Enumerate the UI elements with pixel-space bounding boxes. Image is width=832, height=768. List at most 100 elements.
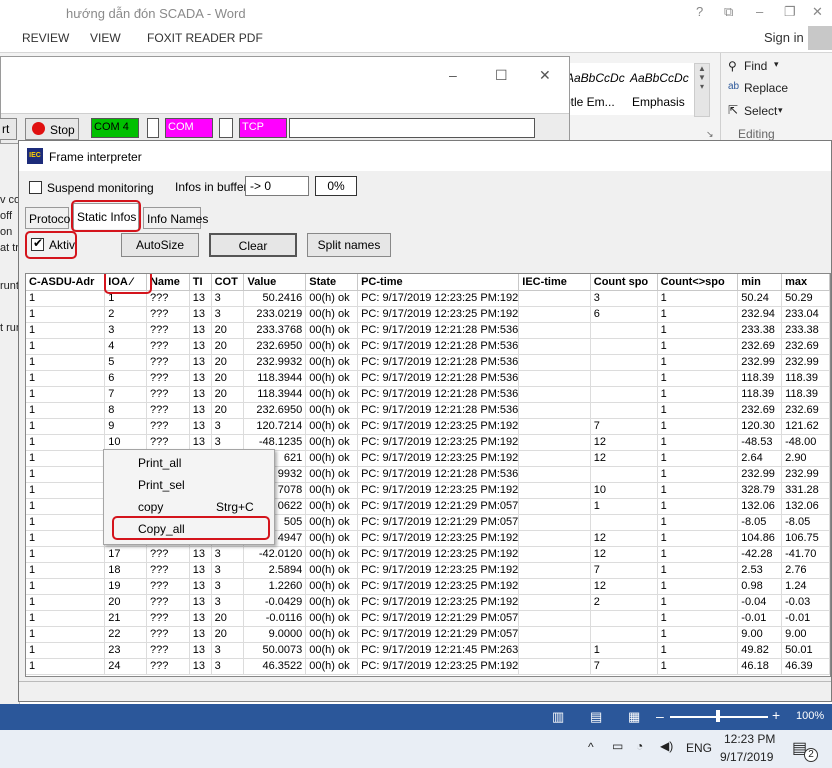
table-cell: 13 bbox=[189, 418, 212, 435]
table-cell: 1 bbox=[26, 642, 106, 659]
clock-date[interactable]: 9/17/2019 bbox=[720, 750, 773, 764]
table-row[interactable]: 1 3??? 13 20 233.3768 00(h) ok PC: 9/17/2019 1… bbox=[26, 322, 830, 339]
minimize-icon[interactable]: – bbox=[756, 4, 763, 19]
table-cell: -42.28 bbox=[737, 546, 783, 563]
table-row[interactable]: 1 8??? 13 20 232.6950 00(h) ok PC: 9/17/2019 1… bbox=[26, 402, 830, 419]
web-layout-icon[interactable]: ▦ bbox=[628, 709, 640, 725]
minimize-icon[interactable]: – bbox=[449, 67, 457, 83]
table-row[interactable]: 1 23??? 13 3 50.0073 00(h) ok PC: 9/17/2019 12… bbox=[26, 642, 830, 659]
clear-button[interactable]: Clear bbox=[209, 233, 297, 257]
taskbar: ^ ▭ ◔ ◀) ENG 12:23 PM 9/17/2019 ▤ 2 bbox=[0, 730, 832, 768]
replace-button[interactable]: Replace bbox=[744, 81, 788, 95]
col-header-state[interactable]: State bbox=[305, 274, 359, 291]
table-row[interactable]: 1 9??? 13 3 120.7214 00(h) ok PC: 9/17/2019 12… bbox=[26, 418, 830, 435]
table-cell: 00(h) ok bbox=[305, 370, 359, 387]
ribbon-display-icon[interactable]: ⧉ bbox=[724, 4, 733, 20]
menu-item-copy[interactable]: copy bbox=[138, 500, 163, 514]
col-header-count-spo[interactable]: Count spo bbox=[590, 274, 658, 291]
table-cell: 1 bbox=[657, 370, 739, 387]
tab-view[interactable]: VIEW bbox=[90, 31, 121, 45]
tab-protocol[interactable]: Protocol bbox=[25, 207, 73, 229]
col-header-name[interactable]: Name bbox=[146, 274, 190, 291]
table-row[interactable]: 1 22??? 13 20 9.0000 00(h) ok PC: 9/17/2019 12… bbox=[26, 626, 830, 643]
stop-button[interactable]: Stop bbox=[25, 118, 79, 140]
zoom-in-button[interactable]: + bbox=[772, 707, 780, 723]
zoom-level[interactable]: 100% bbox=[796, 710, 824, 722]
split-names-button[interactable]: Split names bbox=[307, 233, 391, 257]
zoom-out-button[interactable]: – bbox=[656, 708, 664, 724]
read-mode-icon[interactable]: ▥ bbox=[552, 709, 564, 725]
maximize-icon[interactable]: ☐ bbox=[495, 67, 508, 84]
table-row[interactable]: 1 17??? 13 3 -42.0120 00(h) ok PC: 9/17/2019 1… bbox=[26, 546, 830, 563]
col-header-pc-time[interactable]: PC-time bbox=[357, 274, 520, 291]
styles-scroll[interactable]: ▲ ▼ ▾ bbox=[694, 63, 710, 117]
table-cell: ??? bbox=[146, 306, 190, 323]
suspend-checkbox[interactable] bbox=[29, 181, 42, 194]
table-cell: 20 bbox=[211, 626, 245, 643]
table-cell: 7 bbox=[104, 386, 147, 403]
show-hidden-icons-icon[interactable]: ^ bbox=[588, 740, 594, 754]
col-header-value[interactable]: Value bbox=[243, 274, 307, 291]
table-cell: 1 bbox=[26, 514, 106, 531]
col-header-iec-time[interactable]: IEC-time bbox=[518, 274, 591, 291]
restore-icon[interactable]: ❐ bbox=[784, 4, 796, 20]
table-cell: 104.86 bbox=[737, 530, 783, 547]
table-row[interactable]: 1 19??? 13 3 1.2260 00(h) ok PC: 9/17/2019 12:… bbox=[26, 578, 830, 595]
style-emphasis[interactable]: AaBbCcDc Emphasis bbox=[626, 63, 694, 115]
tab-foxit[interactable]: FOXIT READER PDF bbox=[147, 31, 263, 45]
select-button[interactable]: Select bbox=[744, 104, 777, 118]
col-header-count-ne-spo[interactable]: Count<>spo bbox=[657, 274, 739, 291]
table-row[interactable]: 1 5??? 13 20 232.9932 00(h) ok PC: 9/17/2019 1… bbox=[26, 354, 830, 371]
table-cell bbox=[590, 402, 658, 419]
table-cell: PC: 9/17/2019 12:23:25 PM:192 bbox=[357, 594, 520, 611]
context-menu: Print_all Print_sel copy Strg+C Copy_all bbox=[103, 449, 275, 545]
col-header-min[interactable]: min bbox=[737, 274, 783, 291]
word-status-bar: ▥ ▤ ▦ – + 100% bbox=[0, 704, 832, 730]
volume-icon[interactable]: ◀) bbox=[660, 739, 673, 753]
tab-review[interactable]: REVIEW bbox=[22, 31, 69, 45]
autosize-button[interactable]: AutoSize bbox=[121, 233, 199, 257]
table-row[interactable]: 1 2??? 13 3 233.0219 00(h) ok PC: 9/17/2019 12… bbox=[26, 306, 830, 323]
table-row[interactable]: 1 6??? 13 20 118.3944 00(h) ok PC: 9/17/2019 1… bbox=[26, 370, 830, 387]
find-button[interactable]: Find bbox=[744, 59, 767, 73]
help-icon[interactable]: ? bbox=[696, 4, 703, 19]
table-cell: 6 bbox=[104, 370, 147, 387]
styles-dialog-launcher-icon[interactable]: ↘ bbox=[706, 129, 714, 140]
table-cell bbox=[590, 370, 658, 387]
table-cell: 118.39 bbox=[781, 386, 830, 403]
menu-item-print-sel[interactable]: Print_sel bbox=[138, 478, 185, 492]
table-cell: 13 bbox=[189, 306, 212, 323]
table-cell: 1 bbox=[657, 322, 739, 339]
sign-in-link[interactable]: Sign in bbox=[764, 30, 804, 45]
infos-buffer-label: Infos in buffer bbox=[175, 180, 248, 194]
table-row[interactable]: 1 20??? 13 3 -0.0429 00(h) ok PC: 9/17/2019 12… bbox=[26, 594, 830, 611]
table-row[interactable]: 1 4??? 13 20 232.6950 00(h) ok PC: 9/17/2019 1… bbox=[26, 338, 830, 355]
col-header-max[interactable]: max bbox=[781, 274, 830, 291]
zoom-slider-handle[interactable] bbox=[716, 710, 720, 722]
close-icon[interactable]: ✕ bbox=[812, 4, 823, 20]
table-cell: 13 bbox=[189, 658, 212, 675]
col-header-asdu[interactable]: C-ASDU-Adr bbox=[26, 274, 106, 291]
col-header-cot[interactable]: COT bbox=[211, 274, 245, 291]
table-cell: 21 bbox=[104, 610, 147, 627]
start-button[interactable]: rt bbox=[0, 118, 17, 140]
table-row[interactable]: 1 10??? 13 3 -48.1235 00(h) ok PC: 9/17/2019 1… bbox=[26, 434, 830, 451]
language-indicator[interactable]: ENG bbox=[686, 741, 712, 755]
power-icon[interactable]: ▭ bbox=[612, 739, 623, 753]
table-row[interactable]: 1 24??? 13 3 46.3522 00(h) ok PC: 9/17/2019 12… bbox=[26, 658, 830, 675]
wifi-icon[interactable]: ◔ bbox=[636, 739, 643, 753]
style-subtle-emphasis[interactable]: AaBbCcDc btle Em... bbox=[560, 63, 628, 115]
table-row[interactable]: 1 21??? 13 20 -0.0116 00(h) ok PC: 9/17/2019 1… bbox=[26, 610, 830, 627]
table-cell: 2.64 bbox=[737, 450, 783, 467]
close-icon[interactable]: ✕ bbox=[539, 67, 551, 84]
table-row[interactable]: 1 18??? 13 3 2.5894 00(h) ok PC: 9/17/2019 12:… bbox=[26, 562, 830, 579]
avatar[interactable] bbox=[808, 26, 832, 50]
menu-item-print-all[interactable]: Print_all bbox=[138, 456, 181, 470]
col-header-ti[interactable]: TI bbox=[189, 274, 212, 291]
tab-info-names[interactable]: Info Names bbox=[143, 207, 208, 229]
print-layout-icon[interactable]: ▤ bbox=[590, 709, 602, 725]
scada-main-window: – ☐ ✕ rt Stop COM 4 COM TCP bbox=[0, 56, 570, 144]
table-row[interactable]: 1 7??? 13 20 118.3944 00(h) ok PC: 9/17/2019 1… bbox=[26, 386, 830, 403]
clock-time[interactable]: 12:23 PM bbox=[724, 732, 775, 746]
table-cell: 1 bbox=[657, 530, 739, 547]
